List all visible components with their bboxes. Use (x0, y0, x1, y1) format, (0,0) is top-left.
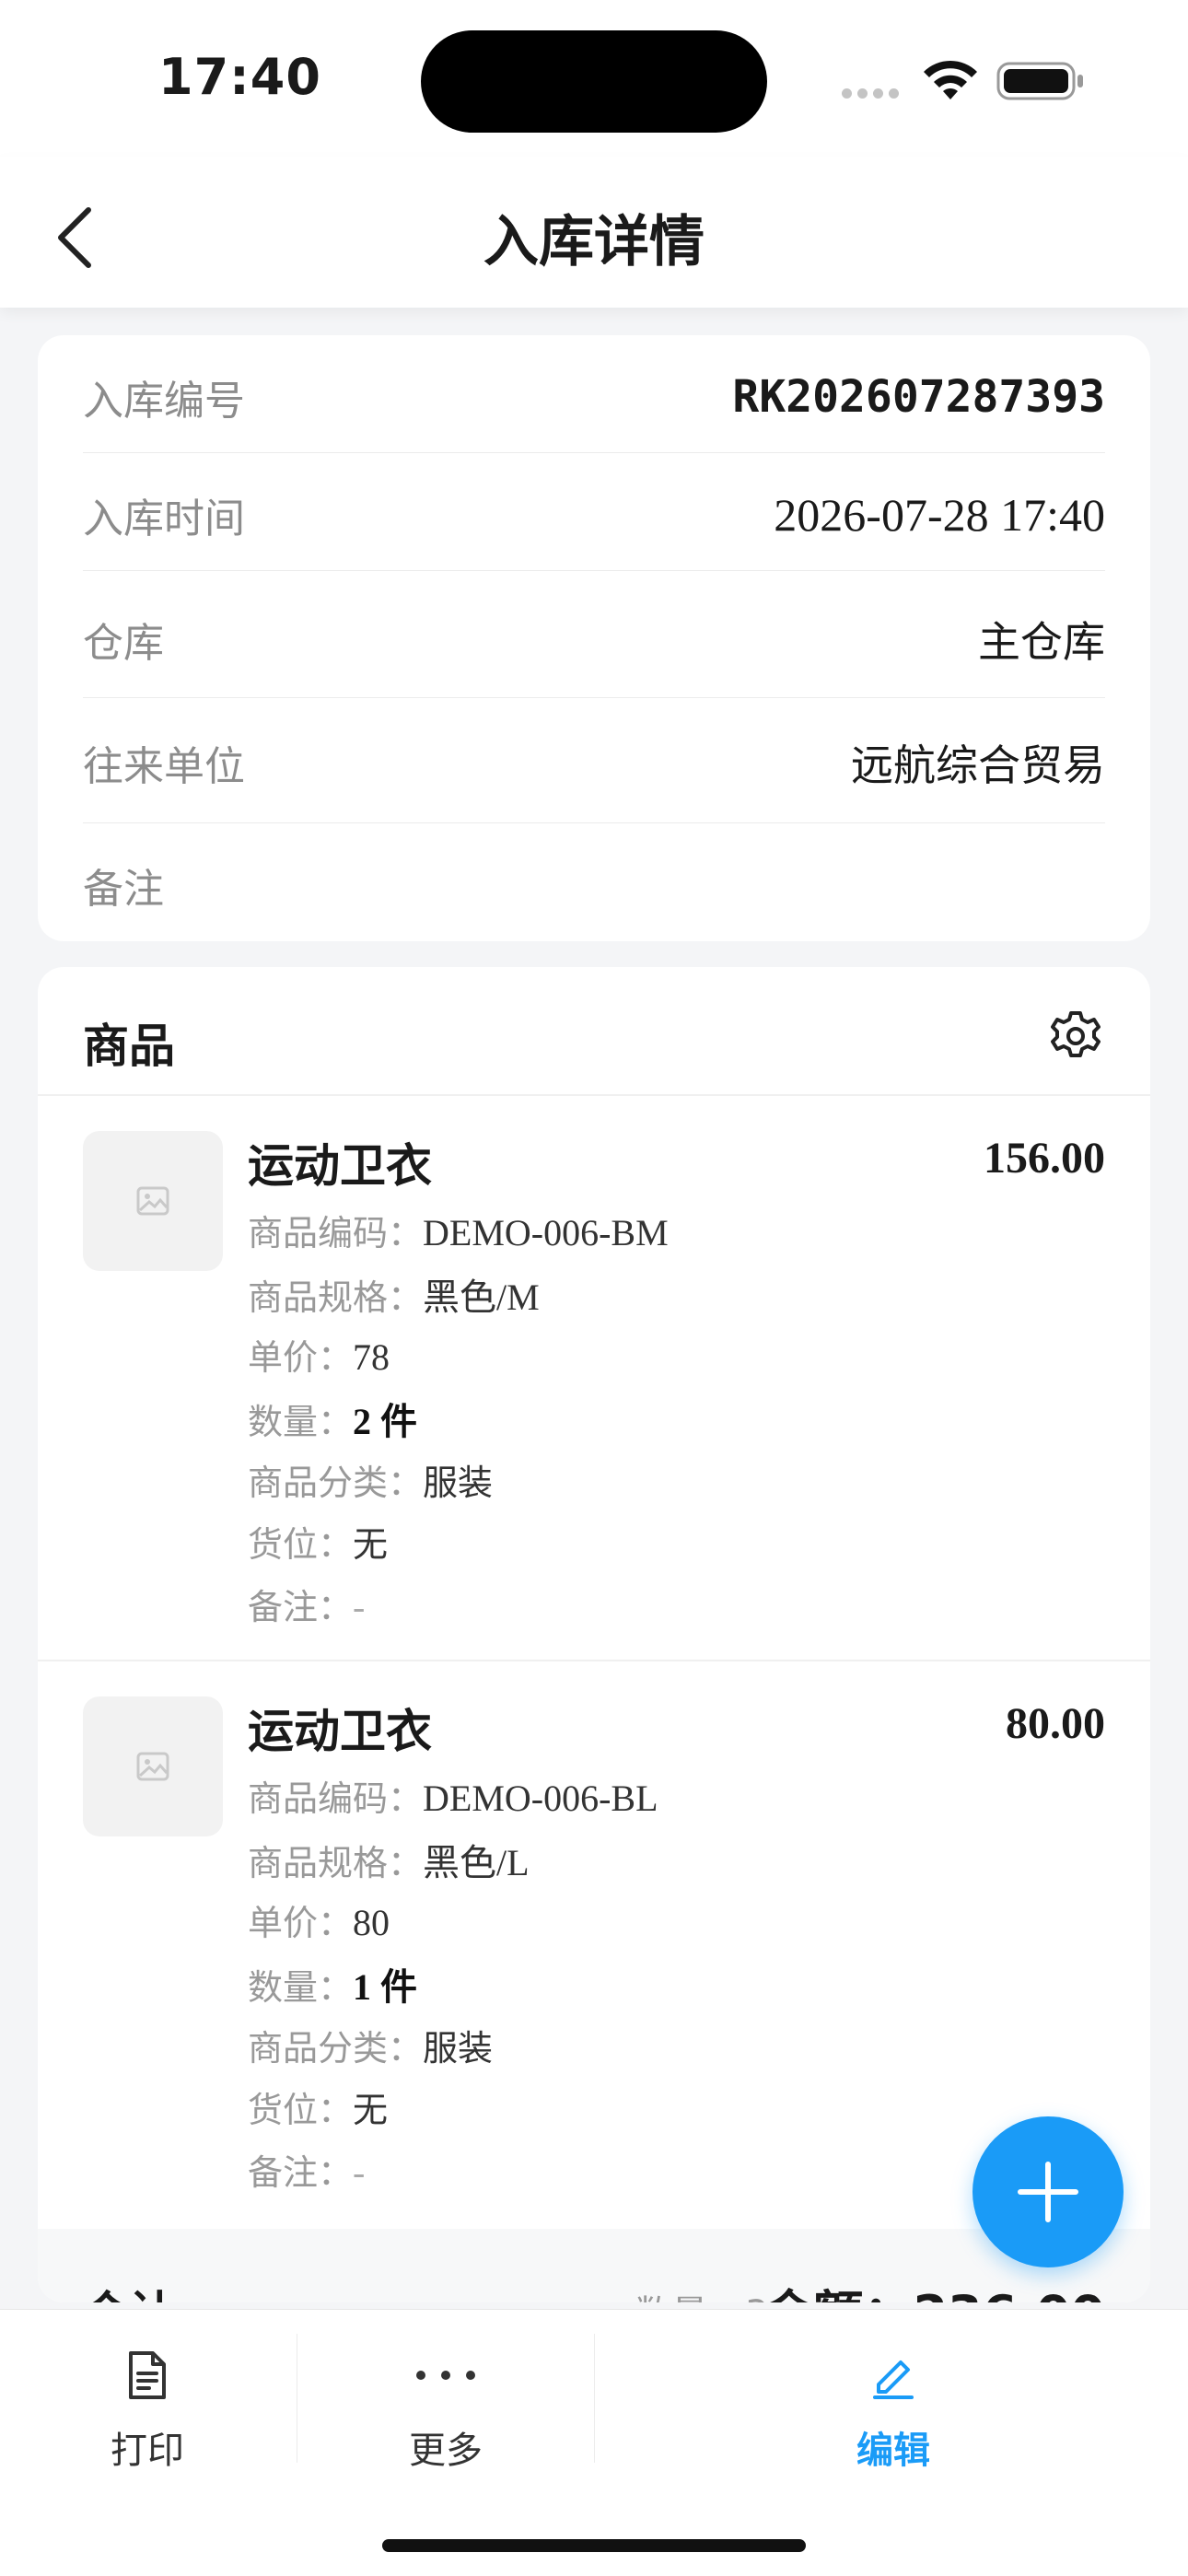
product-price-line: 单价：78 (248, 1336, 390, 1378)
order-number-value: RK202607287393 (732, 371, 1105, 423)
partner-value: 远航综合贸易 (851, 740, 1105, 790)
product-location-line: 货位：无 (248, 1524, 389, 1565)
product-note-line: 备注：- (248, 1586, 366, 1627)
product-qty: 1 件 (353, 1966, 418, 2008)
info-label: 备注 (83, 866, 164, 913)
product-location: 无 (353, 1524, 389, 1565)
plus-icon (1018, 2162, 1078, 2222)
total-quantity: 数量：3 (635, 2284, 768, 2302)
print-button[interactable]: 打印 (37, 2343, 258, 2490)
product-spec-line: 商品规格：黑色/L (248, 1842, 530, 1883)
product-price: 80 (353, 1902, 390, 1943)
product-category: 服装 (423, 1463, 494, 1503)
product-category-line: 商品分类：服装 (248, 2028, 494, 2069)
battery-icon (996, 62, 1083, 100)
product-item[interactable]: 运动卫衣 156.00 商品编码：DEMO-006-BM 商品规格：黑色/M 单… (38, 1096, 1150, 1660)
info-label: 仓库 (83, 620, 164, 667)
product-price-line: 单价：80 (248, 1902, 390, 1943)
info-label: 入库编号 (83, 378, 245, 425)
total-label: 合计 (83, 2277, 175, 2302)
goods-section-title: 商品 (83, 1020, 175, 1073)
navigation-bar: 入库详情 (0, 157, 1188, 308)
more-button[interactable]: 更多 (335, 2343, 556, 2490)
status-time: 17:40 (158, 48, 321, 106)
product-note-line: 备注：- (248, 2151, 366, 2193)
info-row-warehouse: 仓库 主仓库 (83, 577, 1105, 701)
product-note: - (353, 2151, 366, 2193)
product-amount: 156.00 (984, 1134, 1105, 1183)
product-category-line: 商品分类：服装 (248, 1463, 494, 1503)
info-label: 入库时间 (83, 495, 245, 542)
info-row-order-no: 入库编号 RK202607287393 (83, 335, 1105, 459)
product-qty-line: 数量：1 件 (248, 1966, 418, 2008)
inbound-time-value: 2026-07-28 17:40 (774, 489, 1105, 541)
product-qty-line: 数量：2 件 (248, 1401, 418, 1442)
inbound-info-card: 入库编号 RK202607287393 入库时间 2026-07-28 17:4… (38, 335, 1150, 941)
product-location: 无 (353, 2090, 389, 2130)
gear-icon[interactable] (1049, 1009, 1102, 1063)
product-code-line: 商品编码：DEMO-006-BM (248, 1212, 669, 1253)
product-spec: 黑色/L (423, 1842, 530, 1883)
product-note: - (353, 1586, 366, 1627)
product-spec: 黑色/M (423, 1276, 540, 1318)
document-icon (129, 2351, 166, 2399)
product-thumbnail (83, 1696, 223, 1836)
product-code-line: 商品编码：DEMO-006-BL (248, 1778, 658, 1819)
divider (594, 2334, 595, 2463)
product-amount: 80.00 (1006, 1699, 1105, 1748)
product-qty: 2 件 (353, 1401, 418, 1442)
more-dots-icon (416, 2371, 475, 2380)
info-label: 往来单位 (83, 743, 245, 790)
more-label: 更多 (409, 2430, 483, 2472)
cellular-signal-icon (842, 85, 906, 99)
wifi-icon (924, 60, 977, 99)
info-row-time: 入库时间 2026-07-28 17:40 (83, 453, 1105, 577)
info-row-partner: 往来单位 远航综合贸易 (83, 701, 1105, 824)
product-item[interactable]: 运动卫衣 80.00 商品编码：DEMO-006-BL 商品规格：黑色/L 单价… (38, 1661, 1150, 2225)
product-name: 运动卫衣 (248, 1705, 432, 1758)
product-spec-line: 商品规格：黑色/M (248, 1276, 540, 1318)
info-row-remark: 备注 (83, 823, 1105, 947)
pencil-icon (873, 2360, 914, 2399)
warehouse-value: 主仓库 (978, 617, 1105, 667)
bottom-toolbar: 打印 更多 编辑 (0, 2309, 1188, 2576)
product-location-line: 货位：无 (248, 2090, 389, 2130)
product-code: DEMO-006-BM (423, 1212, 669, 1253)
print-label: 打印 (111, 2430, 184, 2472)
product-thumbnail (83, 1131, 223, 1271)
page-title: 入库详情 (483, 210, 705, 274)
product-price: 78 (353, 1336, 390, 1378)
product-category: 服装 (423, 2028, 494, 2069)
status-bar: 17:40 (0, 0, 1188, 157)
divider (83, 570, 1105, 571)
product-code: DEMO-006-BL (423, 1778, 658, 1819)
goods-card: 商品 运动卫衣 156.00 商品编码：DEMO-006-BM 商品规格：黑色/… (38, 967, 1150, 2302)
image-placeholder-icon (136, 1186, 169, 1216)
product-name: 运动卫衣 (248, 1139, 432, 1193)
total-summary-bar: 合计 数量：3 金额：236.00 (38, 2229, 1150, 2302)
add-button[interactable] (973, 2116, 1124, 2267)
edit-button[interactable]: 编辑 (792, 2343, 995, 2490)
edit-label: 编辑 (856, 2430, 930, 2472)
home-indicator (382, 2539, 806, 2552)
image-placeholder-icon (136, 1752, 169, 1781)
divider (83, 697, 1105, 698)
dynamic-island (421, 30, 767, 133)
total-amount: 金额：236.00 (764, 2273, 1105, 2302)
